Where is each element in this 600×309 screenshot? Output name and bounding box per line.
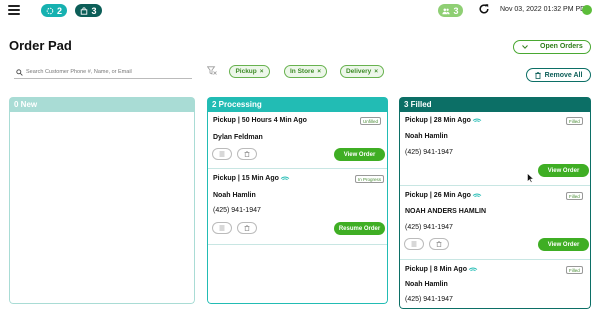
order-title: Pickup | 50 Hours 4 Min Ago (213, 117, 307, 124)
view-order-button[interactable]: View Order (334, 148, 385, 161)
view-order-button[interactable]: View Order (538, 238, 589, 251)
customer-phone: (425) 941-1947 (213, 207, 261, 214)
delete-button[interactable] (237, 222, 257, 234)
column-filled: 3 Filled Pickup | 28 Min Ago Filled Noah… (399, 97, 591, 309)
bag-icon (81, 6, 88, 15)
menu-icon[interactable] (8, 5, 20, 15)
status-badge: Filled (566, 192, 583, 200)
remove-all-button[interactable]: Remove All (526, 68, 591, 82)
column-body (9, 112, 195, 304)
customer-name: Noah Hamlin (405, 133, 448, 140)
status-badge: In Progress (355, 175, 385, 183)
order-title-text: Pickup | 28 Min Ago (405, 117, 471, 124)
order-title-text: Pickup | 26 Min Ago (405, 192, 471, 199)
column-processing: 2 Processing Pickup | 50 Hours 4 Min Ago… (207, 97, 388, 304)
customer-name: Dylan Feldman (213, 134, 263, 141)
signal-icon (472, 193, 482, 197)
order-card[interactable]: Pickup | 28 Min Ago Filled Noah Hamlin (… (400, 112, 590, 186)
customer-name: NOAH ANDERS HAMLIN (405, 208, 487, 215)
column-title: 2 Processing (207, 97, 388, 112)
signal-icon (468, 267, 478, 271)
search-icon (16, 69, 23, 76)
signal-icon (280, 176, 290, 180)
list-button[interactable] (212, 222, 232, 234)
resume-order-button[interactable]: Resume Order (334, 222, 385, 235)
close-icon[interactable]: × (317, 68, 321, 75)
delete-button[interactable] (237, 148, 257, 160)
users-badge[interactable]: 3 (438, 4, 463, 17)
open-orders-label: Open Orders (540, 43, 583, 50)
status-badge: Unfilled (360, 117, 382, 125)
column-body: Pickup | 28 Min Ago Filled Noah Hamlin (… (399, 112, 591, 309)
processing-badge[interactable]: 2 (41, 4, 67, 17)
trash-icon (244, 225, 250, 231)
remove-all-label: Remove All (544, 71, 583, 79)
signal-icon (472, 118, 482, 122)
open-orders-dropdown[interactable]: Open Orders (513, 40, 591, 54)
customer-phone: (425) 941-1947 (405, 296, 453, 303)
order-title: Pickup | 28 Min Ago (405, 117, 482, 124)
status-indicator (582, 5, 592, 15)
order-title: Pickup | 26 Min Ago (405, 192, 482, 199)
order-card[interactable]: Pickup | 8 Min Ago Filled Noah Hamlin (4… (400, 261, 590, 309)
filter-chip-label: Delivery (345, 68, 372, 75)
spinner-icon (46, 7, 54, 14)
users-icon (442, 8, 451, 14)
order-title-text: Pickup | 15 Min Ago (213, 175, 279, 182)
refresh-icon[interactable] (478, 3, 490, 15)
orders-count: 3 (91, 5, 97, 16)
list-button[interactable] (404, 238, 424, 250)
order-title: Pickup | 15 Min Ago (213, 175, 290, 182)
trash-icon (436, 241, 442, 247)
list-icon (411, 241, 417, 247)
close-icon[interactable]: × (374, 68, 378, 75)
status-badge: Filled (566, 266, 583, 274)
filter-chip-delivery[interactable]: Delivery × (340, 65, 384, 78)
order-card[interactable]: Pickup | 50 Hours 4 Min Ago Unfilled Dyl… (208, 112, 387, 169)
search-placeholder: Search Customer Phone #, Name, or Email (26, 69, 132, 75)
order-card[interactable]: Pickup | 26 Min Ago Filled NOAH ANDERS H… (400, 187, 590, 260)
orders-badge[interactable]: 3 (75, 4, 102, 17)
view-order-button[interactable]: View Order (538, 164, 589, 177)
column-title: 3 Filled (399, 97, 591, 112)
list-icon (219, 225, 225, 231)
mouse-cursor-icon (527, 173, 534, 183)
trash-icon (244, 151, 250, 157)
top-bar: 2 3 3 Nov 03, 2022 01:32 PM PDT (0, 0, 600, 22)
page-title: Order Pad (9, 38, 72, 53)
status-badge: Filled (566, 117, 583, 125)
column-title: 0 New (9, 97, 195, 112)
processing-count: 2 (56, 5, 62, 16)
list-icon (219, 151, 225, 157)
column-new: 0 New (9, 97, 195, 304)
close-icon[interactable]: × (260, 68, 264, 75)
chevron-down-icon (522, 45, 528, 49)
order-title: Pickup | 8 Min Ago (405, 266, 478, 273)
trash-icon (534, 71, 541, 79)
datetime: Nov 03, 2022 01:32 PM PDT (500, 6, 590, 13)
list-button[interactable] (212, 148, 232, 160)
filter-chip-pickup[interactable]: Pickup × (229, 65, 270, 78)
order-card[interactable]: Pickup | 15 Min Ago In Progress Noah Ham… (208, 170, 387, 245)
customer-name: Noah Hamlin (405, 281, 448, 288)
clear-filter-icon[interactable] (207, 66, 217, 75)
search-input[interactable]: Search Customer Phone #, Name, or Email (14, 67, 192, 79)
column-body: Pickup | 50 Hours 4 Min Ago Unfilled Dyl… (207, 112, 388, 304)
filter-chip-label: In Store (290, 68, 315, 75)
order-title-text: Pickup | 8 Min Ago (405, 266, 467, 273)
filter-chip-in-store[interactable]: In Store × (284, 65, 327, 78)
customer-name: Noah Hamlin (213, 192, 256, 199)
filter-chip-label: Pickup (235, 68, 257, 75)
delete-button[interactable] (429, 238, 449, 250)
customer-phone: (425) 941-1947 (405, 149, 453, 156)
customer-phone: (425) 941-1947 (405, 224, 453, 231)
users-count: 3 (453, 5, 459, 16)
